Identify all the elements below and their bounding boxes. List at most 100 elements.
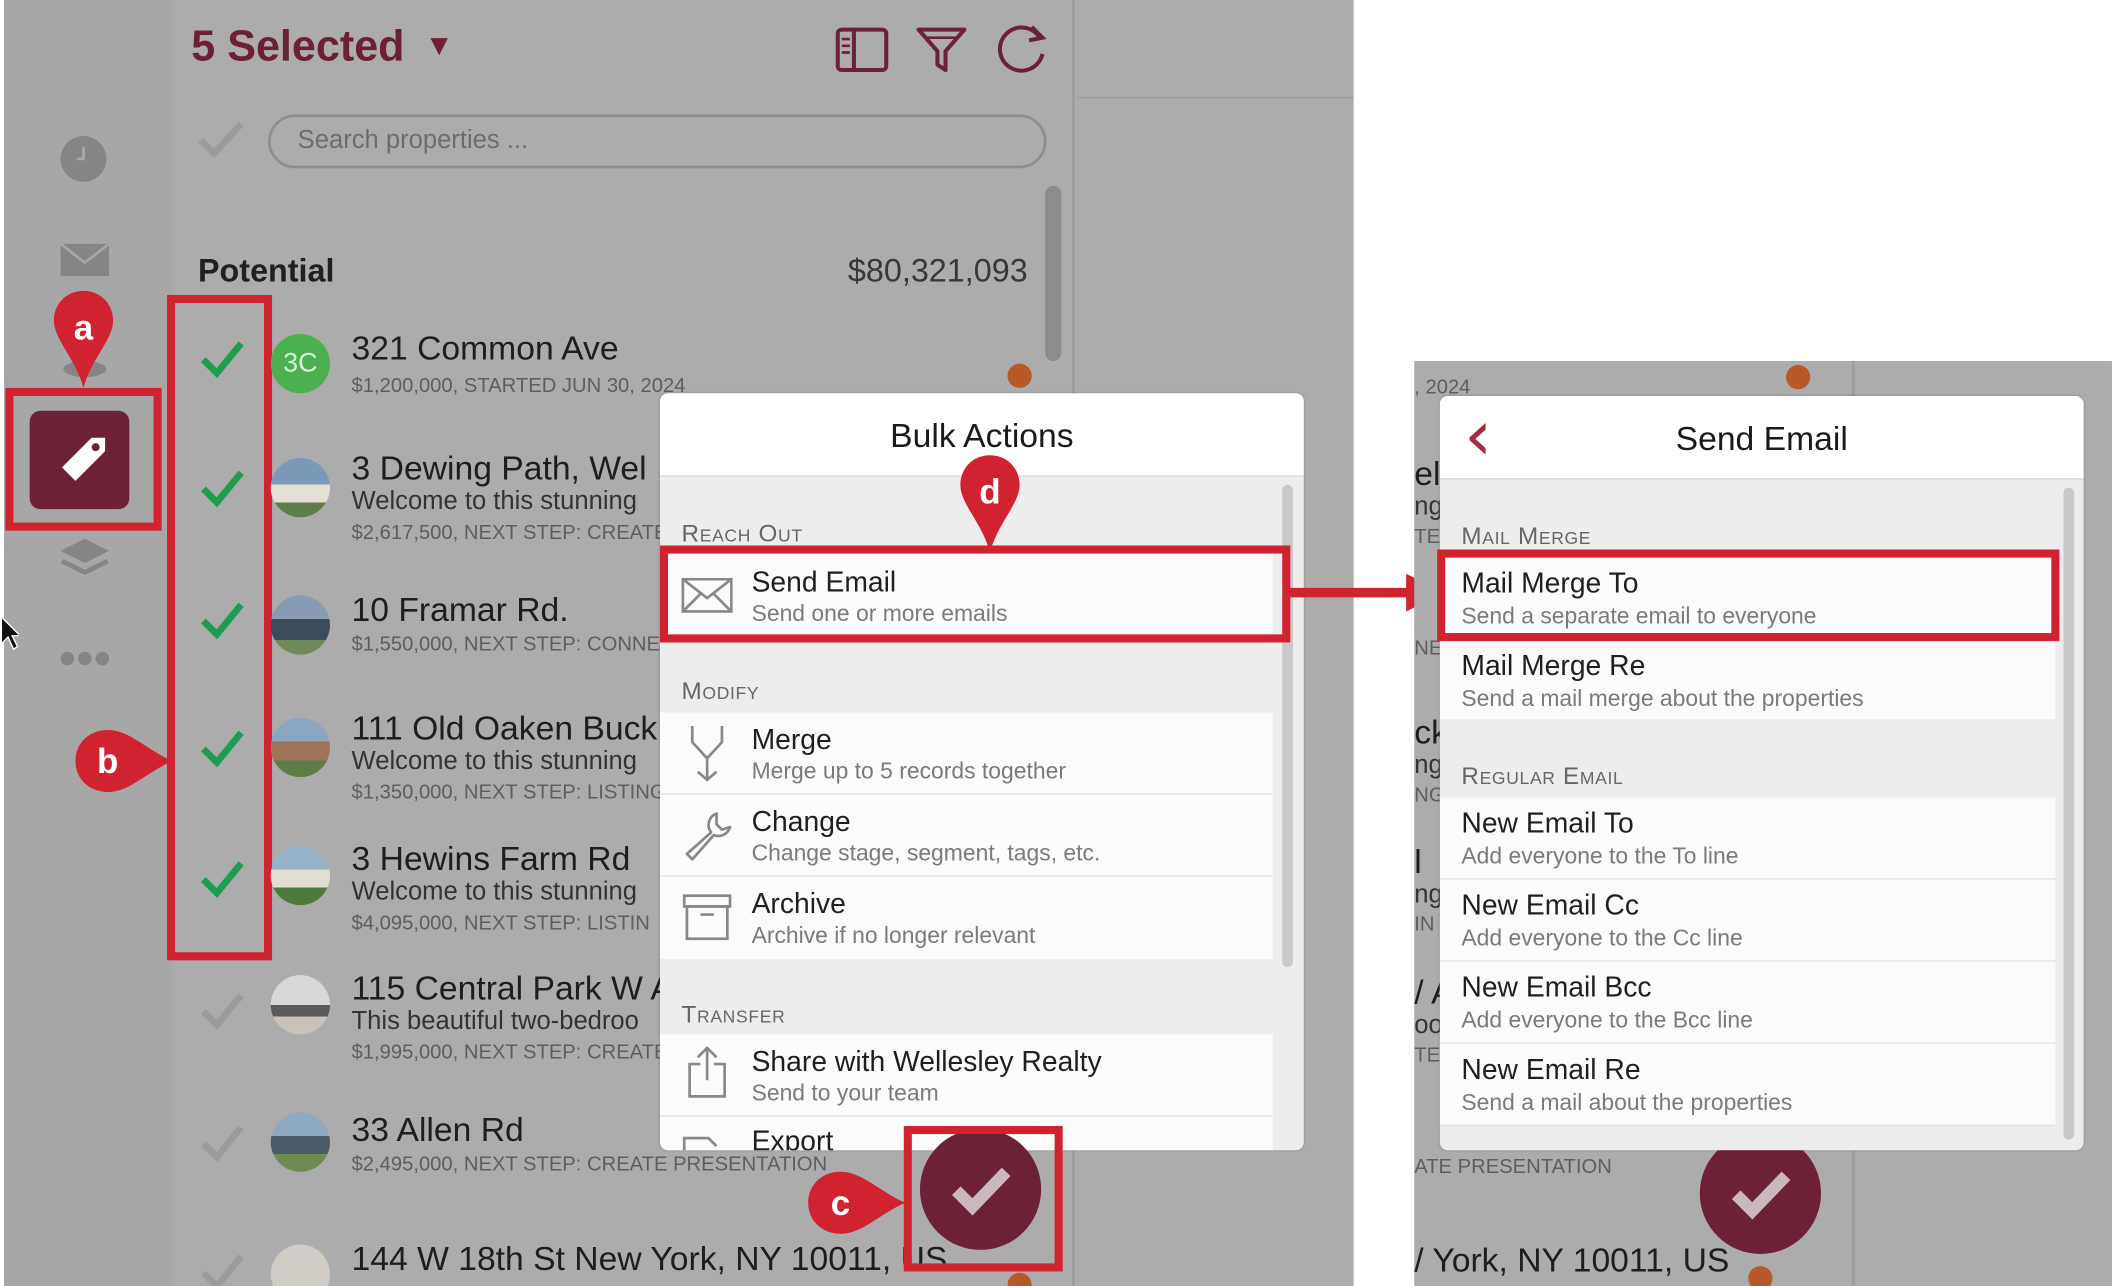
list-item[interactable]: 111 Old Oaken Buck Welcome to this stunn… bbox=[175, 709, 666, 812]
send-option-new-email-bcc[interactable]: New Email Bcc Add everyone to the Bcc li… bbox=[1439, 961, 2056, 1044]
more-icon[interactable] bbox=[59, 649, 110, 668]
mail-icon[interactable] bbox=[59, 242, 110, 277]
bulk-action-share[interactable]: Share with Wellesley Realty Send to your… bbox=[659, 1034, 1273, 1117]
list-item-title: 3 Dewing Path, Wel bbox=[351, 449, 647, 488]
list-item-desc: ng bbox=[1414, 492, 1443, 522]
item-subtitle: Send to your team bbox=[751, 1080, 939, 1106]
properties-tab-button[interactable] bbox=[29, 410, 130, 510]
send-option-new-email-to[interactable]: New Email To Add everyone to the To line bbox=[1439, 797, 2056, 880]
checkmark-icon[interactable] bbox=[199, 337, 245, 383]
list-item[interactable]: 10 Framar Rd. $1,550,000, NEXT STEP: CON… bbox=[175, 587, 660, 668]
property-photo bbox=[270, 845, 330, 906]
list-item-meta: $1,995,000, NEXT STEP: CREATE bbox=[351, 1041, 668, 1065]
checkmark-icon[interactable] bbox=[199, 466, 245, 512]
list-item-title: l bbox=[1414, 843, 1422, 881]
layers-icon[interactable] bbox=[59, 536, 110, 582]
list-item-meta: TE bbox=[1414, 1043, 1441, 1067]
list-item-title: / York, NY 10011, US bbox=[1414, 1241, 1730, 1280]
status-dot bbox=[1748, 1266, 1773, 1286]
bulk-action-merge[interactable]: Merge Merge up to 5 records together bbox=[659, 712, 1273, 795]
annotation-pin-a: a bbox=[51, 288, 116, 390]
list-item-meta: $1,200,000, STARTED JUN 30, 2024 bbox=[351, 374, 686, 398]
popover-scrollbar[interactable] bbox=[2063, 487, 2075, 1140]
list-item[interactable]: 3 Hewins Farm Rd Welcome to this stunnin… bbox=[175, 840, 660, 942]
list-item[interactable]: 144 W 18th St New York, NY 10011, US bbox=[175, 1236, 956, 1286]
popover-title: Send Email bbox=[1675, 420, 1848, 458]
list-item-meta: $1,350,000, NEXT STEP: LISTING bbox=[351, 781, 666, 805]
refresh-icon[interactable] bbox=[994, 22, 1048, 76]
group-label: Mail Merge bbox=[1461, 522, 1592, 550]
item-title: New Email Re bbox=[1461, 1054, 1641, 1086]
item-title: Merge bbox=[751, 724, 832, 756]
group-label: Modify bbox=[681, 677, 760, 705]
property-photo bbox=[270, 1112, 330, 1172]
list-item-desc: Welcome to this stunning bbox=[351, 878, 637, 907]
annotation-box-d bbox=[659, 545, 1291, 643]
item-subtitle: Change stage, segment, tags, etc. bbox=[751, 840, 1101, 867]
list-item-title: 144 W 18th St New York, NY 10011, US bbox=[351, 1240, 948, 1279]
split-view-icon[interactable] bbox=[835, 27, 889, 73]
wrench-icon bbox=[685, 812, 732, 861]
export-icon bbox=[682, 1136, 718, 1151]
checkmark-icon[interactable] bbox=[199, 1250, 245, 1286]
list-item-title: 10 Framar Rd. bbox=[351, 591, 569, 630]
selected-count-dropdown[interactable]: 5 Selected ▼ bbox=[191, 22, 454, 72]
search-input[interactable] bbox=[270, 117, 1044, 166]
filter-icon[interactable] bbox=[916, 24, 967, 75]
list-item-desc: Welcome to this stunning bbox=[351, 747, 637, 776]
annotation-pin-d: d bbox=[958, 453, 1023, 555]
group-label: Regular Email bbox=[1461, 762, 1624, 790]
archive-icon bbox=[682, 894, 732, 941]
list-item[interactable]: 115 Central Park W A This beautiful two-… bbox=[175, 970, 673, 1072]
property-photo bbox=[270, 975, 330, 1035]
status-dot bbox=[1007, 363, 1032, 388]
list-item-desc: ng bbox=[1414, 751, 1443, 780]
divider bbox=[1077, 96, 1354, 99]
checkmark-icon[interactable] bbox=[199, 1121, 245, 1167]
checkmark-icon[interactable] bbox=[199, 598, 245, 644]
send-option-new-email-cc[interactable]: New Email Cc Add everyone to the Cc line bbox=[1439, 879, 2056, 962]
item-title: New Email To bbox=[1461, 808, 1634, 840]
item-subtitle: Send a mail about the properties bbox=[1461, 1089, 1793, 1116]
list-item-desc: oo bbox=[1414, 1011, 1443, 1040]
list-scrollbar[interactable] bbox=[1045, 185, 1062, 361]
send-option-new-email-re[interactable]: New Email Re Send a mail about the prope… bbox=[1439, 1043, 2056, 1127]
item-title: Change bbox=[751, 806, 851, 838]
list-item-title: 321 Common Ave bbox=[351, 329, 619, 368]
item-title: New Email Bcc bbox=[1461, 972, 1652, 1004]
property-photo bbox=[270, 717, 330, 778]
item-title: Export bbox=[751, 1126, 834, 1151]
checkmark-icon[interactable] bbox=[199, 989, 245, 1035]
checkmark-icon[interactable] bbox=[199, 726, 245, 772]
annotation-box-mail-merge-to bbox=[1437, 549, 2060, 642]
item-subtitle: Add everyone to the Cc line bbox=[1461, 925, 1743, 951]
property-photo bbox=[270, 1244, 330, 1286]
annotation-box-c bbox=[903, 1126, 1063, 1272]
property-photo bbox=[270, 595, 330, 655]
list-item-meta: $2,495,000, NEXT STEP: CREATE PRESENTATI… bbox=[351, 1152, 828, 1176]
list-item-title: 111 Old Oaken Buck bbox=[351, 709, 658, 748]
list-item-meta: $1,550,000, NEXT STEP: CONNE bbox=[351, 633, 660, 656]
item-subtitle: Archive if no longer relevant bbox=[751, 922, 1036, 949]
item-subtitle: Add everyone to the Bcc line bbox=[1461, 1007, 1753, 1034]
item-title: Mail Merge Re bbox=[1461, 650, 1646, 682]
group-label: Transfer bbox=[681, 1000, 786, 1028]
dropdown-arrow-icon: ▼ bbox=[424, 28, 454, 62]
bulk-action-change[interactable]: Change Change stage, segment, tags, etc. bbox=[659, 794, 1273, 877]
section-title: Potential bbox=[197, 253, 335, 290]
select-all-check-icon[interactable] bbox=[197, 119, 245, 162]
group-label: Reach Out bbox=[681, 519, 803, 547]
bulk-actions-fab[interactable] bbox=[1699, 1132, 1822, 1254]
bulk-action-archive[interactable]: Archive Archive if no longer relevant bbox=[659, 876, 1273, 959]
left-nav-rail bbox=[4, 0, 173, 1286]
clock-icon[interactable] bbox=[59, 135, 107, 183]
list-item[interactable]: 3 Dewing Path, Wel Welcome to this stunn… bbox=[175, 449, 667, 552]
list-item-meta: ATE PRESENTATION bbox=[1414, 1155, 1612, 1179]
list-item-desc: Welcome to this stunning bbox=[351, 487, 637, 516]
send-option-mail-merge-re[interactable]: Mail Merge Re Send a mail merge about th… bbox=[1439, 638, 2056, 720]
checkmark-icon[interactable] bbox=[199, 857, 245, 903]
list-item-title: 33 Allen Rd bbox=[351, 1111, 524, 1149]
search-field[interactable] bbox=[268, 114, 1047, 169]
list-item-title: 3 Hewins Farm Rd bbox=[351, 840, 631, 879]
send-email-popover: ‹ Send Email Mail Merge Mail Merge To Se… bbox=[1439, 395, 2084, 1151]
